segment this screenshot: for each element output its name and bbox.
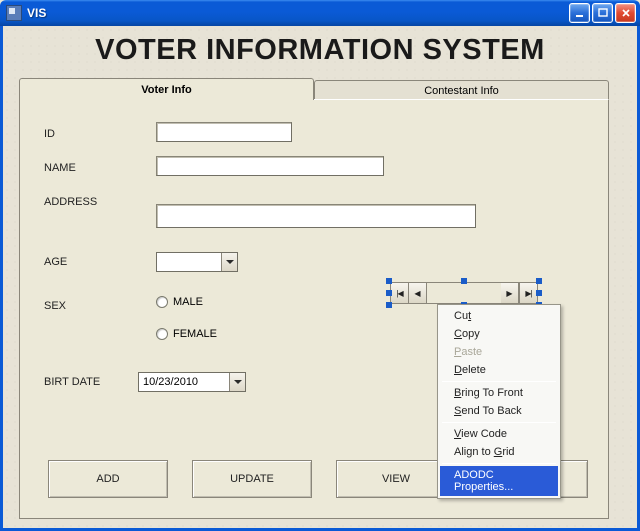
radio-icon — [156, 328, 168, 340]
minimize-button[interactable] — [569, 3, 590, 23]
name-label: NAME — [44, 162, 76, 174]
page-title: VOTER INFORMATION SYSTEM — [3, 34, 637, 67]
tab-panel-voter-info: ID NAME ADDRESS AGE SEX MALE FEMALE BIRT… — [19, 99, 609, 519]
update-button[interactable]: UPDATE — [192, 460, 312, 498]
name-input[interactable] — [156, 156, 384, 176]
address-label: ADDRESS — [44, 196, 97, 208]
separator — [442, 422, 556, 423]
id-label: ID — [44, 128, 55, 140]
ctx-copy[interactable]: Copy — [440, 325, 558, 343]
separator — [442, 381, 556, 382]
ctx-align-grid[interactable]: Align to Grid — [440, 443, 558, 461]
birthdate-datepicker[interactable]: 10/23/2010 — [138, 372, 246, 392]
radio-male[interactable]: MALE — [156, 296, 203, 308]
resize-handle[interactable] — [386, 290, 392, 296]
ctx-adodc-properties[interactable]: ADODC Properties... — [440, 466, 558, 496]
ctx-delete[interactable]: Delete — [440, 361, 558, 379]
radio-female[interactable]: FEMALE — [156, 328, 217, 340]
tab-label: Contestant Info — [424, 85, 499, 97]
window-buttons — [569, 3, 636, 23]
tab-voter-info[interactable]: Voter Info — [19, 78, 314, 100]
birthdate-label: BIRT DATE — [44, 376, 100, 388]
adodc-caption — [427, 283, 501, 303]
tab-contestant-info[interactable]: Contestant Info — [314, 80, 609, 100]
radio-label: FEMALE — [173, 328, 217, 340]
tabstrip: Voter Info Contestant Info — [19, 78, 609, 100]
resize-handle[interactable] — [386, 302, 392, 308]
address-input[interactable] — [156, 204, 476, 228]
nav-last-button[interactable] — [519, 283, 537, 303]
ctx-cut[interactable]: Cut — [440, 307, 558, 325]
resize-handle[interactable] — [461, 278, 467, 284]
resize-handle[interactable] — [536, 290, 542, 296]
nav-next-button[interactable] — [501, 283, 519, 303]
radio-label: MALE — [173, 296, 203, 308]
resize-handle[interactable] — [536, 278, 542, 284]
context-menu: Cut Copy Paste Delete Bring To Front Sen… — [437, 304, 561, 499]
age-value — [157, 253, 221, 271]
sex-label: SEX — [44, 300, 66, 312]
age-combobox[interactable] — [156, 252, 238, 272]
nav-prev-button[interactable] — [409, 283, 427, 303]
window-title: VIS — [27, 6, 46, 20]
birthdate-value: 10/23/2010 — [139, 376, 229, 388]
chevron-down-icon[interactable] — [229, 373, 245, 391]
titlebar: VIS — [0, 0, 640, 26]
separator — [442, 463, 556, 464]
resize-handle[interactable] — [386, 278, 392, 284]
add-button[interactable]: ADD — [48, 460, 168, 498]
radio-icon — [156, 296, 168, 308]
adodc-control[interactable] — [390, 282, 538, 304]
app-icon — [6, 5, 22, 21]
tab-label: Voter Info — [141, 84, 192, 96]
chevron-down-icon[interactable] — [221, 253, 237, 271]
ctx-view-code[interactable]: View Code — [440, 425, 558, 443]
maximize-button[interactable] — [592, 3, 613, 23]
ctx-bring-front[interactable]: Bring To Front — [440, 384, 558, 402]
ctx-paste: Paste — [440, 343, 558, 361]
age-label: AGE — [44, 256, 67, 268]
close-button[interactable] — [615, 3, 636, 23]
nav-first-button[interactable] — [391, 283, 409, 303]
id-input[interactable] — [156, 122, 292, 142]
ctx-send-back[interactable]: Send To Back — [440, 402, 558, 420]
form-designer-surface[interactable]: VOTER INFORMATION SYSTEM Voter Info Cont… — [0, 26, 640, 531]
